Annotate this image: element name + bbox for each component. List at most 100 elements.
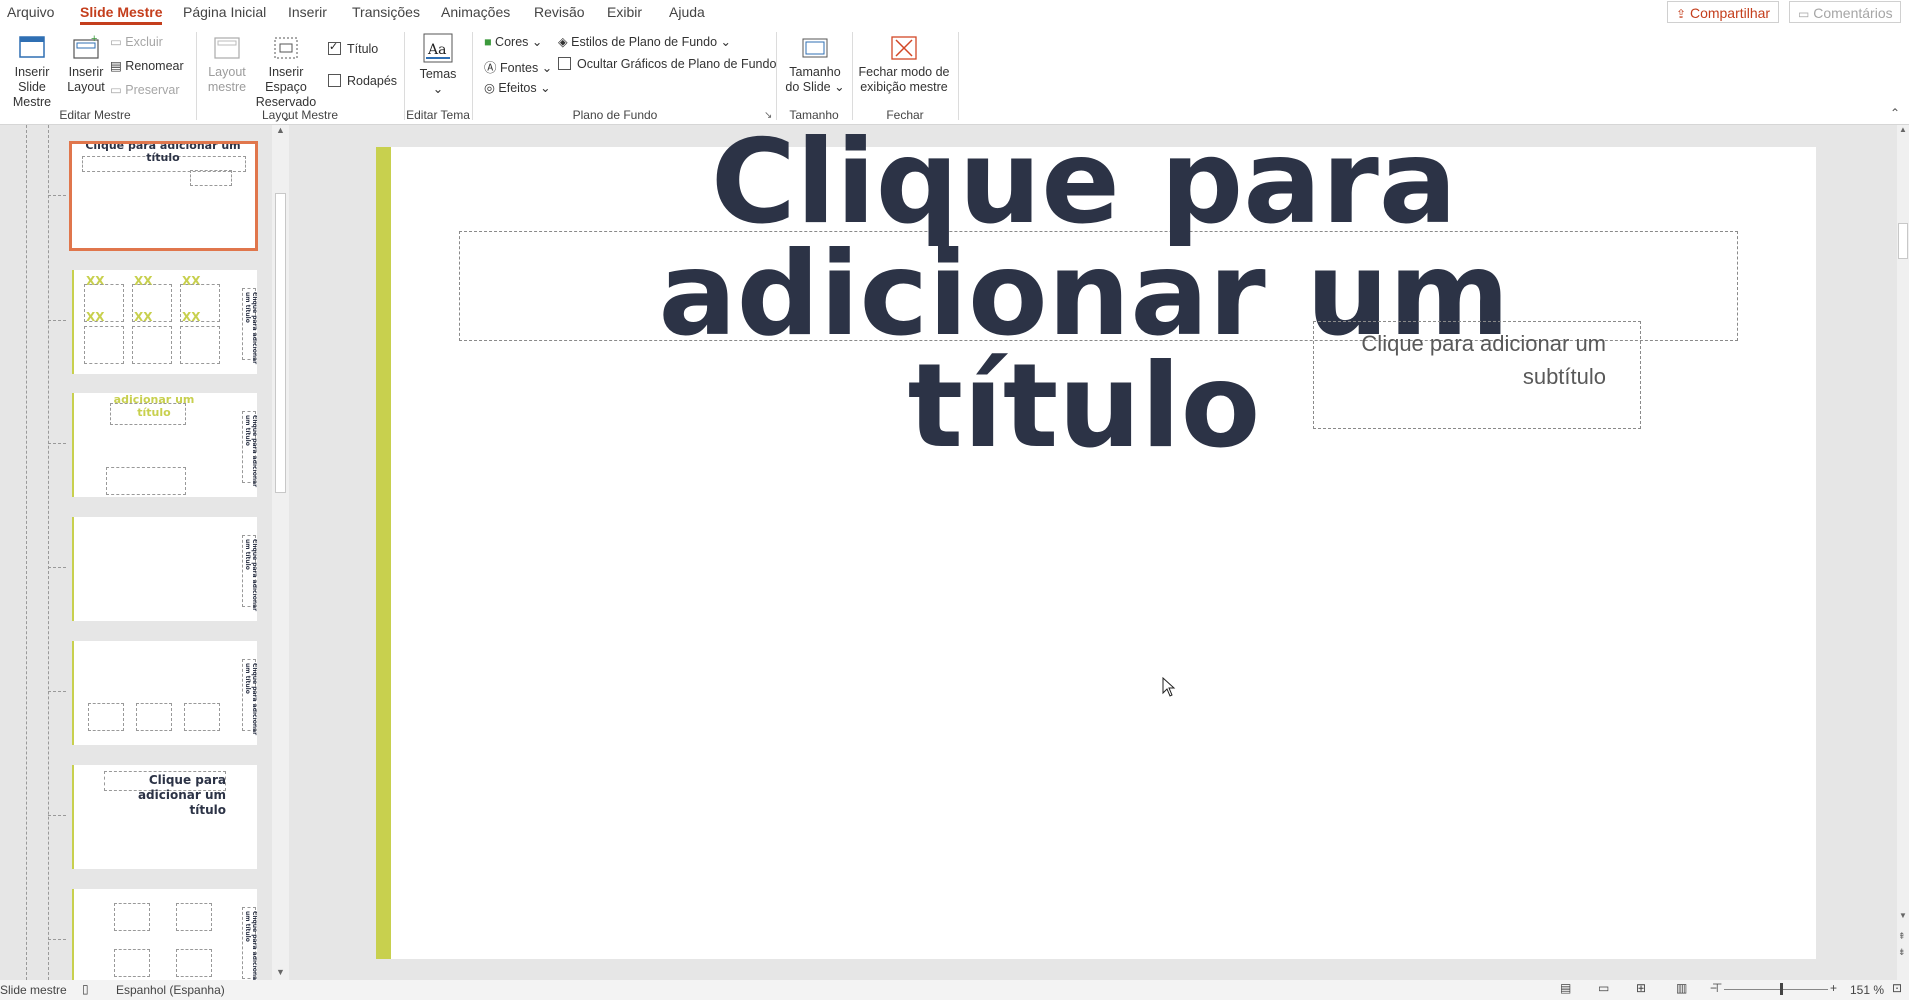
thumb-connector [48, 320, 66, 321]
comments-button[interactable]: ▭ Comentários [1789, 1, 1901, 23]
normal-view-icon[interactable]: ▭ [1598, 981, 1609, 995]
layout-thumbnail-3[interactable]: adicionar um título Clique para adiciona… [72, 393, 257, 497]
thumb-title: Clique para adicionar um título [137, 773, 226, 817]
themes-icon: Aa [423, 33, 453, 63]
preserve-button[interactable]: ▭ Preservar [110, 82, 179, 97]
notes-icon[interactable]: ▤ [1560, 981, 1571, 995]
share-button[interactable]: ⇪ Compartilhar [1667, 1, 1779, 23]
group-separator [852, 32, 853, 120]
thumb-connector [48, 691, 66, 692]
background-styles-dropdown[interactable]: ◈ Estilos de Plano de Fundo ⌄ [558, 34, 731, 49]
slide-size-button[interactable]: Tamanho do Slide ⌄ [784, 34, 846, 95]
insert-slide-master-label: Inserir Slide Mestre [12, 65, 52, 109]
checkbox-checked-icon [328, 40, 341, 55]
scroll-up-icon[interactable]: ▲ [1899, 125, 1907, 134]
preserve-icon: ▭ [110, 83, 122, 97]
title-checkbox-label: Título [347, 42, 379, 56]
scroll-up-icon[interactable]: ▲ [276, 125, 285, 135]
master-layout-button[interactable]: Layout mestre [206, 34, 248, 95]
layout-thumbnail-1[interactable]: Clique para adicionar um título [69, 141, 258, 251]
chevron-down-icon: ⌄ [531, 35, 543, 49]
slide[interactable]: Clique para adicionar um título Clique p… [376, 125, 1816, 959]
chevron-down-icon: ⌄ [432, 82, 444, 96]
thumb-connector [48, 195, 66, 196]
rename-button[interactable]: ▤ Renomear [110, 58, 184, 73]
svg-text:Aa: Aa [427, 42, 446, 58]
tab-slide-mestre[interactable]: Slide Mestre [80, 4, 163, 25]
tab-exibir[interactable]: Exibir [607, 4, 642, 20]
hide-background-graphics-checkbox[interactable]: Ocultar Gráficos de Plano de Fundo [558, 57, 776, 71]
preserve-label: Preservar [125, 83, 180, 97]
tab-arquivo[interactable]: Arquivo [7, 4, 54, 20]
insert-layout-button[interactable]: + Inserir Layout [66, 34, 106, 95]
spelling-icon[interactable]: ▯ [82, 982, 89, 996]
zoom-in-icon[interactable]: + [1830, 981, 1837, 995]
tab-transicoes[interactable]: Transições [352, 4, 420, 20]
chevron-down-icon: ⌄ [540, 81, 551, 95]
thumb-content-placeholder [132, 326, 172, 364]
fonts-label: Fontes [500, 61, 539, 75]
layout-thumbnail-2[interactable]: XX XX XX XX XX XX Clique para adicionar … [72, 270, 257, 374]
slide-sorter-icon[interactable]: ⊞ [1636, 981, 1646, 995]
group-label-edit-theme: Editar Tema [406, 108, 470, 122]
reading-view-icon[interactable]: ▥ [1676, 981, 1687, 995]
thumb-content-placeholder [114, 949, 150, 977]
slide-thumbnail-pane: Clique para adicionar um título XX XX XX… [0, 125, 292, 980]
scrollbar-thumb[interactable] [275, 193, 286, 493]
thumb-content-placeholder [84, 326, 124, 364]
thumb-subtitle-placeholder [190, 170, 232, 186]
fit-to-window-icon[interactable]: ⊡ [1892, 981, 1902, 995]
master-layout-label: Layout mestre [207, 65, 247, 94]
effects-dropdown[interactable]: ◎ Efeitos ⌄ [484, 80, 551, 95]
thumb-content-placeholder [184, 703, 220, 731]
colors-dropdown[interactable]: ■ Cores ⌄ [484, 34, 542, 49]
ribbon: Inserir Slide Mestre + Inserir Layout ▭ … [0, 28, 1909, 125]
canvas-scrollbar[interactable]: ▲ ▼ ⇞ ⇟ [1897, 125, 1909, 980]
group-separator [958, 32, 959, 120]
thumb-vertical-title: Clique para adicionar um título [244, 911, 257, 980]
thumb-content-placeholder [114, 903, 150, 931]
tab-revisao[interactable]: Revisão [534, 4, 585, 20]
placeholder-icon [274, 37, 298, 59]
collapse-ribbon-icon[interactable]: ⌃ [1890, 106, 1900, 120]
thumbnail-scrollbar[interactable]: ▲ ▼ [272, 125, 289, 980]
delete-button[interactable]: ▭ Excluir [110, 34, 163, 49]
layout-thumbnail-7[interactable]: Clique para adicionar um título [72, 889, 257, 980]
dialog-launcher-icon[interactable]: ↘ [764, 110, 772, 121]
language-label[interactable]: Espanhol (Espanha) [116, 983, 225, 997]
tab-pagina-inicial[interactable]: Página Inicial [183, 4, 266, 20]
tab-inserir[interactable]: Inserir [288, 4, 327, 20]
layout-thumbnail-5[interactable]: Clique para adicionar um título [72, 641, 257, 745]
slide-editing-canvas: Clique para adicionar um título Clique p… [292, 125, 1897, 980]
next-slide-icon[interactable]: ⇟ [1898, 947, 1906, 958]
zoom-out-icon[interactable]: − [1710, 981, 1717, 995]
close-master-view-button[interactable]: Fechar modo de exibição mestre [858, 34, 950, 95]
title-checkbox[interactable]: Título [328, 40, 379, 56]
tab-animacoes[interactable]: Animações [441, 4, 510, 20]
thumb-content-placeholder [88, 703, 124, 731]
footers-checkbox[interactable]: Rodapés [328, 74, 397, 88]
status-bar: Slide mestre ▯ Espanhol (Espanha) ▤ ▭ ⊞ … [0, 980, 1909, 1000]
thumb-content-placeholder [180, 284, 220, 322]
slide-subtitle[interactable]: Clique para adicionar um subtítulo [1316, 327, 1606, 393]
zoom-slider-thumb[interactable] [1780, 983, 1783, 995]
scroll-down-icon[interactable]: ▼ [276, 967, 285, 977]
layout-thumbnail-6[interactable]: Clique para adicionar um título [72, 765, 257, 869]
close-master-view-label: Fechar modo de exibição mestre [858, 65, 950, 94]
comments-label: Comentários [1813, 5, 1893, 21]
thumb-content-placeholder [84, 284, 124, 322]
fonts-dropdown[interactable]: Ⓐ Fontes ⌄ [484, 57, 552, 76]
scroll-down-icon[interactable]: ▼ [1899, 911, 1907, 920]
delete-icon: ▭ [110, 35, 122, 49]
scrollbar-thumb[interactable] [1898, 223, 1908, 259]
tab-ajuda[interactable]: Ajuda [669, 4, 705, 20]
zoom-slider[interactable] [1724, 983, 1828, 995]
themes-button[interactable]: Aa Temas ⌄ [414, 32, 462, 97]
group-label-close: Fechar [886, 108, 924, 122]
insert-slide-master-button[interactable]: Inserir Slide Mestre [2, 34, 62, 110]
previous-slide-icon[interactable]: ⇞ [1898, 931, 1906, 942]
layout-thumbnail-4[interactable]: Clique para adicionar um título [72, 517, 257, 621]
zoom-level[interactable]: 151 % [1850, 983, 1884, 997]
thumb-connector [48, 815, 66, 816]
group-separator [404, 32, 405, 120]
